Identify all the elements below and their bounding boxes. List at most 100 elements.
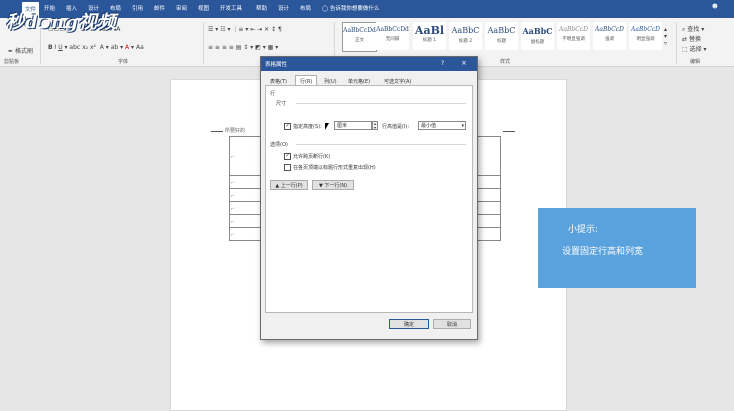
style-sample: AaBbCcD: [595, 26, 624, 33]
options-divider: [296, 144, 466, 145]
tab-view[interactable]: 视图: [198, 4, 209, 12]
font-group-label: 字体: [118, 59, 129, 65]
search-icon: ⌕: [682, 26, 686, 33]
cancel-button[interactable]: 取消: [433, 319, 471, 329]
tab-table-design[interactable]: 设计: [278, 4, 289, 12]
find-button[interactable]: ⌕ 查找 ▾: [682, 24, 704, 34]
paragraph-list-buttons[interactable]: ☰ ▾ ☷ ▾ ⋮≡ ▾ ⇤ ⇥ ✕ ↕ ¶: [208, 26, 282, 33]
style-sample: AaBbC: [522, 26, 553, 36]
previous-row-button[interactable]: ▲ 上一行(P): [270, 180, 308, 190]
style-name: 标题: [497, 39, 506, 44]
mouse-cursor-icon: [325, 123, 329, 130]
style-sample: AaBbC: [487, 26, 516, 35]
lightbulb-icon: ◯: [322, 6, 330, 12]
style-sample: AaBbC: [451, 26, 480, 35]
specify-height-checkbox[interactable]: ✓: [284, 123, 291, 130]
allow-break-label: 允许跨页断行(K): [293, 154, 331, 160]
table-marker: [503, 131, 515, 132]
row-height-mode-value: 最小值: [421, 123, 437, 129]
style-intense-emphasis[interactable]: AaBbCcD 明显强调: [629, 22, 662, 50]
format-painter-label: 格式刷: [14, 48, 33, 55]
tip-heading: 小提示:: [568, 225, 599, 235]
next-row-button[interactable]: ▼ 下一行(N): [312, 180, 354, 190]
style-name: 标题 1: [422, 38, 437, 43]
style-subtle-emphasis[interactable]: AaBbCcD 不明显强调: [557, 22, 590, 50]
tab-table-layout[interactable]: 布局: [300, 4, 311, 12]
allow-break-checkbox[interactable]: ✓: [284, 153, 291, 160]
row-height-mode-select[interactable]: 最小值 ▾: [418, 121, 466, 130]
specify-height-label: 指定高度(S):: [293, 124, 322, 130]
row-section-label: 行: [270, 91, 276, 97]
row-height-input[interactable]: 厘米: [334, 121, 372, 130]
repeat-header-label: 在各页顶端以标题行形式重复出现(H): [293, 165, 376, 171]
help-icon[interactable]: ?: [441, 60, 444, 67]
row-height-spinner[interactable]: ▴ ▾: [372, 121, 378, 130]
style-heading-2[interactable]: AaBbC 标题 2: [449, 22, 482, 50]
tab-help[interactable]: 帮助: [256, 4, 267, 12]
select-icon: ⬚: [682, 46, 688, 53]
find-label: 查找: [687, 26, 700, 33]
style-name: 标题 2: [458, 39, 473, 44]
row-height-is-label: 行高值是(I):: [382, 124, 410, 130]
style-subtitle[interactable]: AaBbC 副标题: [521, 22, 554, 50]
font-format-buttons[interactable]: B I U ▾ abc x₂ x² A ▾ ab ▾ A ▾ Aa: [48, 44, 144, 51]
style-name: 不明显强调: [562, 37, 585, 42]
style-sample: AaBbCcDd: [376, 26, 409, 33]
format-painter-button[interactable]: ✒ 格式刷: [8, 46, 33, 55]
tab-references[interactable]: 引用: [132, 4, 143, 12]
style-heading-1[interactable]: AaBl 标题 1: [413, 22, 446, 50]
tip-body: 设置固定行高和列宽: [562, 247, 644, 257]
clipboard-group-label: 剪贴板: [4, 59, 20, 65]
style-title[interactable]: AaBbC 标题: [485, 22, 518, 50]
table-marker: [211, 131, 223, 132]
style-sample: AaBbCcD: [559, 26, 588, 33]
style-name: 无间隔: [385, 37, 400, 42]
style-no-spacing[interactable]: AaBbCcDd 无间隔: [376, 22, 409, 50]
styles-group-label: 样式: [500, 59, 511, 65]
brush-icon: ✒: [8, 48, 14, 55]
style-name: 强调: [605, 37, 614, 42]
row-tab-panel: 行 尺寸 ✓ 指定高度(S): 厘米 ▴ ▾ 行高值是(I): 最小值 ▾ 选项(O…: [265, 85, 473, 313]
options-section-label: 选项(O): [270, 142, 288, 148]
person-icon: ☻: [712, 4, 718, 10]
tell-me-label: 告诉我你想要做什么: [329, 6, 380, 12]
table-caption: 所要好的: [225, 128, 246, 134]
ribbon-separator: [203, 22, 204, 64]
style-sample: AaBl: [414, 24, 445, 37]
paragraph-align-buttons[interactable]: ≡ ≡ ≡ ≡ ▤ ↕ ▾ ◩ ▾ ▦ ▾: [208, 44, 278, 51]
replace-label: 替换: [688, 36, 701, 43]
tab-review[interactable]: 审阅: [176, 4, 187, 12]
dialog-title: 表格属性: [265, 62, 288, 68]
font-color-icon: A: [125, 44, 130, 51]
ok-button[interactable]: 确定: [389, 319, 429, 329]
share-button[interactable]: ☻: [712, 4, 718, 10]
size-divider: [296, 103, 466, 104]
edit-group-label: 编辑: [690, 59, 701, 65]
tip-box: 小提示: 设置固定行高和列宽: [538, 208, 696, 288]
size-section-label: 尺寸: [276, 101, 287, 107]
video-watermark-logo: 秒d๑ng视频: [6, 12, 117, 33]
style-emphasis[interactable]: AaBbCcD 强调: [593, 22, 626, 50]
style-name: 正文: [355, 38, 364, 43]
tab-mailings[interactable]: 邮件: [154, 4, 165, 12]
ribbon-separator: [676, 22, 677, 64]
style-sample: AaBbCcD: [631, 26, 660, 33]
style-sample: AaBbCcDd: [343, 27, 376, 34]
style-name: 副标题: [530, 40, 545, 45]
style-normal[interactable]: AaBbCcDd 正文: [342, 22, 377, 52]
select-button[interactable]: ⬚ 选择 ▾: [682, 44, 707, 53]
highlight-icon: ab: [110, 44, 119, 51]
replace-button[interactable]: ⇄ 替换: [682, 34, 701, 43]
close-icon[interactable]: ×: [461, 59, 467, 67]
tell-me-search[interactable]: ◯ 告诉我你想要做什么: [322, 4, 379, 12]
text-effects-icon: A: [99, 44, 104, 51]
style-name: 明显强调: [636, 37, 655, 42]
replace-icon: ⇄: [682, 36, 688, 43]
repeat-header-checkbox[interactable]: [284, 164, 291, 171]
select-label: 选择: [689, 46, 702, 53]
styles-scroll[interactable]: ▴ ▾ ▿: [664, 26, 667, 47]
table-properties-dialog: 表格属性 ? × 表格(T) 行(R) 列(U) 单元格(E) 可选文字(A) …: [260, 56, 478, 340]
dialog-title-bar[interactable]: 表格属性 ? ×: [261, 57, 477, 71]
tab-developer[interactable]: 开发工具: [220, 4, 242, 12]
chevron-down-icon: ▾: [461, 123, 464, 129]
